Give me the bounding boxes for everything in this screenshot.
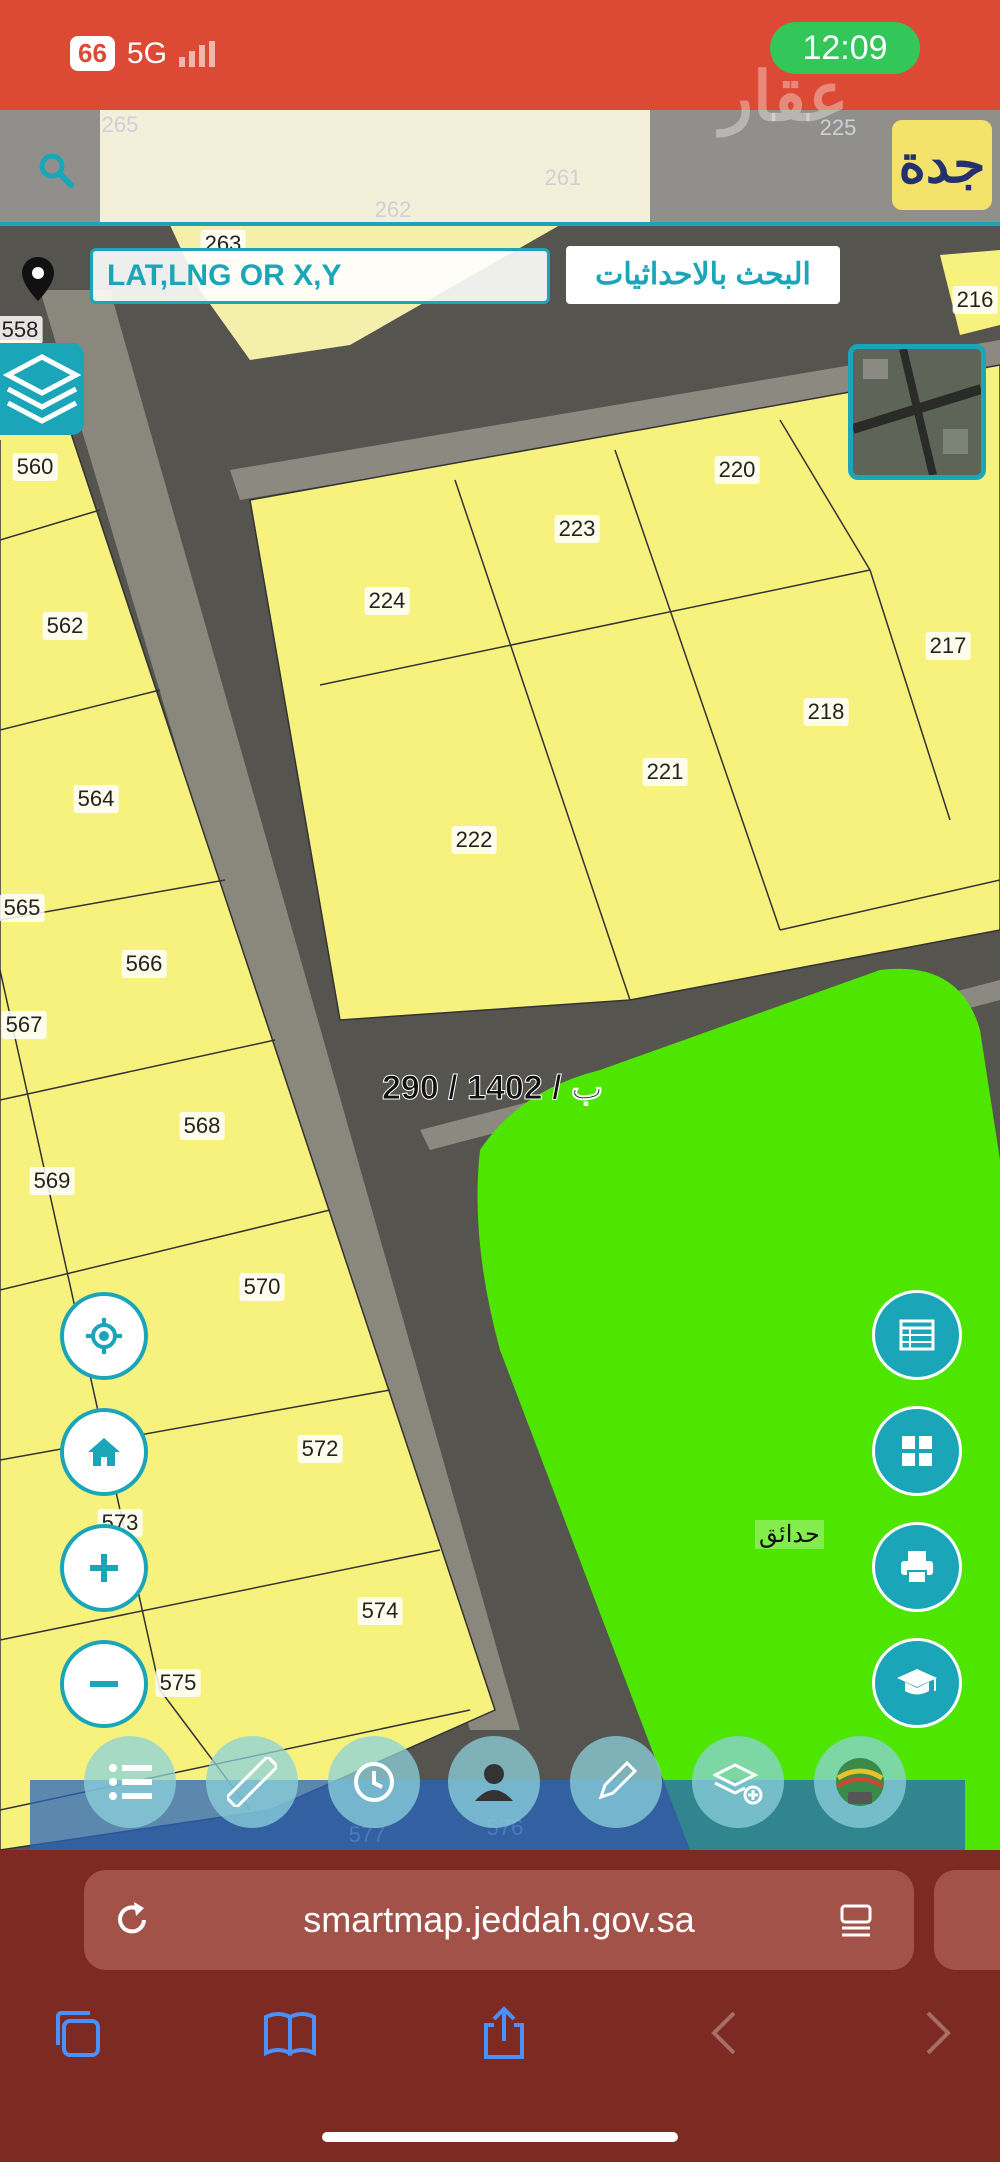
plus-icon — [90, 1554, 118, 1582]
basemap-thumbnail-button[interactable] — [848, 344, 986, 480]
list-icon — [109, 1764, 152, 1800]
home-extent-button[interactable] — [60, 1408, 148, 1496]
grid-icon — [902, 1436, 932, 1466]
user-icon — [475, 1764, 513, 1801]
status-left: 66 5G — [70, 36, 215, 71]
satellite-thumbnail-icon — [853, 349, 981, 475]
lot-label: 562 — [42, 612, 88, 640]
layers-button[interactable] — [0, 343, 84, 435]
lot-label: 570 — [239, 1273, 285, 1301]
search-icon[interactable] — [36, 150, 76, 190]
park-label: حدائق — [755, 1520, 824, 1549]
lot-label: 217 — [925, 632, 971, 660]
signal-icon — [178, 40, 215, 67]
home-indicator — [322, 2132, 678, 2142]
google-earth-pro-button[interactable] — [814, 1736, 906, 1828]
graduation-cap-icon — [897, 1669, 937, 1695]
draw-tool-button[interactable] — [570, 1736, 662, 1828]
pencil-icon — [598, 1760, 638, 1800]
lot-label: 220 — [714, 456, 760, 484]
lot-label: 216 — [952, 286, 998, 314]
lot-label: 221 — [642, 758, 688, 786]
tabs-icon[interactable] — [50, 2005, 106, 2061]
history-tool-button[interactable] — [328, 1736, 420, 1828]
zoom-in-button[interactable] — [60, 1524, 148, 1612]
lot-label: 558 — [0, 316, 43, 344]
coordinate-input[interactable]: LAT,LNG OR X,Y — [90, 248, 550, 304]
lot-label: 569 — [29, 1167, 75, 1195]
share-icon[interactable] — [476, 2005, 532, 2061]
education-button[interactable] — [872, 1638, 962, 1728]
lot-label: 568 — [179, 1112, 225, 1140]
ruler-icon — [227, 1757, 277, 1807]
print-button[interactable] — [872, 1522, 962, 1612]
lot-label: 572 — [297, 1435, 343, 1463]
jeddah-logo: جدة — [892, 120, 992, 210]
lot-label: 560 — [12, 453, 58, 481]
table-icon — [899, 1319, 935, 1351]
status-bar: 66 5G 12:09 — [0, 0, 1000, 110]
lot-label: 223 — [554, 515, 600, 543]
zoom-out-button[interactable] — [60, 1640, 148, 1728]
measure-tool-button[interactable] — [206, 1736, 298, 1828]
forward-icon[interactable] — [908, 2005, 964, 2061]
printer-icon — [901, 1551, 933, 1584]
lot-label: 564 — [73, 785, 119, 813]
locate-me-button[interactable] — [60, 1292, 148, 1380]
lot-label: 224 — [364, 587, 410, 615]
grid-view-button[interactable] — [872, 1406, 962, 1496]
lot-label: 574 — [357, 1597, 403, 1625]
lot-label: 567 — [1, 1011, 47, 1039]
location-pin-icon — [20, 255, 56, 303]
network-label: 5G — [126, 36, 167, 70]
crosshair-icon — [86, 1318, 122, 1354]
back-icon[interactable] — [698, 2005, 754, 2061]
minus-icon — [90, 1681, 118, 1687]
lot-label: 222 — [451, 826, 497, 854]
parcel-plan-label: ب / 1402 / 290 — [381, 1069, 604, 1108]
coordinate-search-button[interactable]: البحث بالاحداثيات — [566, 246, 840, 304]
next-tab-preview[interactable] — [934, 1870, 1000, 1970]
layers-icon — [2, 354, 82, 424]
home-icon — [88, 1438, 120, 1466]
table-button[interactable] — [872, 1290, 962, 1380]
lot-label: 566 — [121, 950, 167, 978]
lot-label: 218 — [803, 698, 849, 726]
lot-label: 565 — [0, 894, 45, 922]
add-layer-tool-button[interactable] — [692, 1736, 784, 1828]
reload-icon[interactable] — [110, 1898, 154, 1942]
url-field[interactable]: smartmap.jeddah.gov.sa — [84, 1870, 914, 1970]
add-layer-icon — [713, 1763, 763, 1805]
history-icon — [354, 1762, 394, 1802]
bookmarks-icon[interactable] — [262, 2005, 318, 2061]
header-strip — [0, 110, 1000, 226]
reader-mode-icon[interactable] — [836, 1900, 876, 1940]
lot-label: 575 — [155, 1669, 201, 1697]
watermark-text: عقار — [720, 59, 849, 135]
google-earth-pro-icon — [836, 1758, 884, 1806]
user-tool-button[interactable] — [448, 1736, 540, 1828]
battery-indicator: 66 — [70, 36, 115, 71]
legend-tool-button[interactable] — [84, 1736, 176, 1828]
